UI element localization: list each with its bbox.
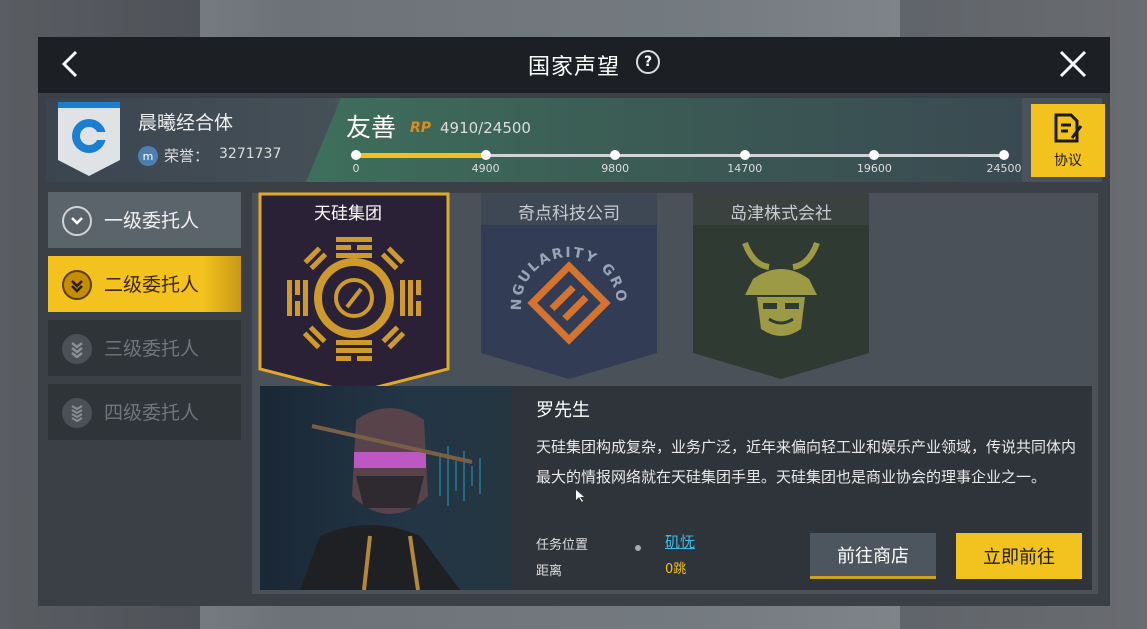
sidebar-item-label: 四级委托人 xyxy=(104,402,200,424)
progress-tick-dot xyxy=(999,150,1009,160)
sidebar-item-tier3[interactable]: 三级委托人 xyxy=(48,320,241,376)
contact-description: 天硅集团构成复杂，业务广泛，近年来偏向轻工业和娱乐产业领域，传说共同体内最大的情… xyxy=(536,438,1077,486)
triple-chevron-icon xyxy=(62,334,92,364)
honor-label: 荣誉： xyxy=(164,147,210,165)
progress-tick-dot xyxy=(739,150,750,160)
contact-portrait xyxy=(260,386,512,591)
go-to-shop-button[interactable]: 前往商店 xyxy=(810,533,936,579)
sidebar-item-label: 三级委托人 xyxy=(104,338,200,360)
sidebar-item-tier2[interactable]: 二级委托人 xyxy=(48,256,241,312)
protocol-button[interactable]: 协议 xyxy=(1031,104,1105,177)
sidebar-item-tier1[interactable]: 一级委托人 xyxy=(48,192,241,248)
close-icon[interactable] xyxy=(1056,47,1090,81)
progress-tick-dot xyxy=(351,150,361,160)
sidebar-item-label: 一级委托人 xyxy=(104,210,200,232)
faction-name: 晨曦经合体 xyxy=(138,112,234,134)
rp-value: 4910/24500 xyxy=(440,119,531,137)
progress-tick-dot xyxy=(480,150,491,160)
company-name: 岛津株式会社 xyxy=(730,204,832,224)
back-arrow-icon[interactable] xyxy=(56,49,86,79)
distance-label: 距离 xyxy=(536,564,563,579)
progress-tick-label: 0 xyxy=(352,162,360,175)
company-card-shimazu[interactable]: 岛津株式会社 xyxy=(693,193,869,393)
progress-tick-label: 14700 xyxy=(727,162,763,175)
page-title: 国家声望 xyxy=(528,55,621,80)
contact-avatar-icon xyxy=(300,408,481,591)
progress-tick-label: 4900 xyxy=(471,162,500,175)
location-label: 任务位置 xyxy=(536,538,589,553)
help-icon[interactable]: ? xyxy=(636,50,660,74)
faction-header: 晨曦经合体 m 荣誉： 3271737 友善 RP 4910/24500 0 49… xyxy=(46,98,1105,182)
honor-value: 3271737 xyxy=(219,146,282,162)
mouse-cursor-icon xyxy=(576,490,584,502)
company-name: 奇点科技公司 xyxy=(518,204,620,224)
contact-detail: 罗先生 天硅集团构成复杂，业务广泛，近年来偏向轻工业和娱乐产业领域，传说共同体内… xyxy=(260,386,1092,591)
reputation-bar-area xyxy=(306,98,1022,182)
distance-value: 0跳 xyxy=(665,562,687,577)
protocol-label: 协议 xyxy=(1054,153,1082,169)
sidebar-item-tier4[interactable]: 四级委托人 xyxy=(48,384,241,440)
progress-tick-label: 9800 xyxy=(601,162,630,175)
title-bar: 国家声望 ? xyxy=(38,37,1110,93)
progress-tick-label: 19600 xyxy=(856,162,892,175)
honor-icon: m xyxy=(138,146,158,166)
company-name: 天硅集团 xyxy=(314,204,382,224)
company-card-singularity[interactable]: SINGULARITY GROUP 奇点科技公司 xyxy=(481,193,657,393)
chevron-down-icon xyxy=(62,206,92,236)
faction-emblem-icon xyxy=(58,102,120,176)
go-now-button[interactable]: 立即前往 xyxy=(956,533,1082,579)
double-chevron-icon xyxy=(62,270,92,300)
contact-name: 罗先生 xyxy=(536,400,590,421)
sidebar-item-label: 二级委托人 xyxy=(104,274,200,296)
company-area: 天硅集团 SINGULARITY GROUP 奇点科技公司 xyxy=(252,192,1098,594)
quad-chevron-icon xyxy=(62,398,92,428)
reputation-panel: 国家声望 ? 晨曦经合体 m 荣誉： 3271737 友善 RP 4910/24… xyxy=(38,37,1110,606)
reputation-level: 友善 xyxy=(346,113,397,142)
location-marker-icon xyxy=(635,545,641,551)
progress-tick-label: 24500 xyxy=(986,162,1022,175)
rp-label: RP xyxy=(410,120,432,136)
protocol-document-icon xyxy=(1054,113,1083,143)
company-card-tiangui[interactable]: 天硅集团 xyxy=(258,192,450,395)
reputation-progress-fill xyxy=(356,153,486,158)
location-link[interactable]: 矶怃 xyxy=(665,531,695,552)
